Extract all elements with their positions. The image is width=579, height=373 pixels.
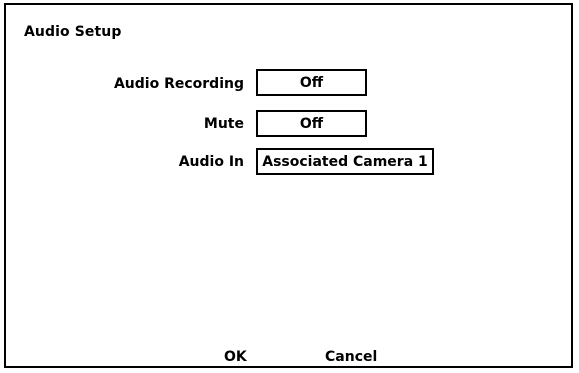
cancel-button[interactable]: Cancel bbox=[325, 349, 377, 365]
mute-label: Mute bbox=[203, 116, 244, 132]
audio-in-label: Audio In bbox=[178, 154, 244, 170]
ok-button[interactable]: OK bbox=[224, 349, 247, 365]
audio-in-field[interactable]: Associated Camera 1 bbox=[256, 148, 434, 175]
audio-recording-label: Audio Recording bbox=[113, 76, 244, 92]
audio-setup-dialog: Audio Setup Audio Recording Off Mute Off… bbox=[4, 3, 573, 368]
mute-field[interactable]: Off bbox=[256, 110, 367, 137]
audio-recording-field[interactable]: Off bbox=[256, 69, 367, 96]
dialog-title: Audio Setup bbox=[24, 24, 122, 40]
